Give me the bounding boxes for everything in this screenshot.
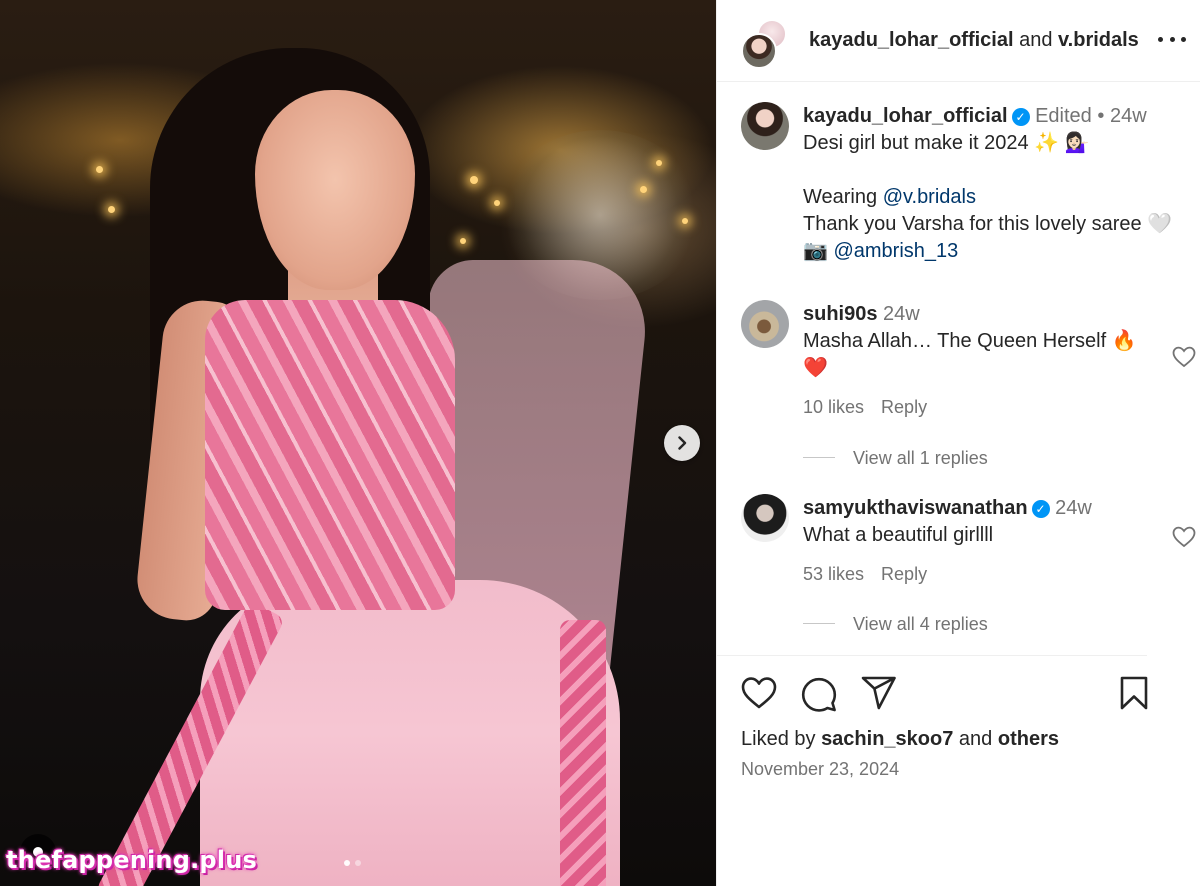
collab-avatars[interactable]: [739, 15, 797, 69]
photo-light: [640, 186, 647, 193]
comment-heart-icon[interactable]: [1172, 526, 1196, 548]
verified-icon: ✓: [1031, 500, 1050, 518]
meta-separator: •: [1097, 105, 1105, 127]
caption-line-wearing: Wearing @v.bridals: [803, 184, 976, 211]
comment-age[interactable]: 24w: [1055, 497, 1092, 519]
blouse: [205, 300, 455, 610]
next-slide-button[interactable]: [664, 425, 700, 461]
photo-light: [682, 218, 688, 224]
more-dot: [1169, 36, 1175, 42]
post-action-bar: [741, 676, 1171, 716]
verified-icon: ✓: [1011, 108, 1030, 126]
comment-text-line2: ❤️: [803, 357, 828, 379]
liked-by-line: Liked by sachin_skoo7 and others: [741, 726, 1059, 753]
more-dot: [1181, 36, 1186, 42]
caption-meta-line: kayadu_lohar_official ✓ Edited • 24w: [803, 103, 1147, 130]
comment-emoji: 🔥: [1111, 330, 1137, 352]
mention-vbridals[interactable]: @v.bridals: [883, 186, 976, 208]
post-header: kayadu_lohar_official and v.bridals: [717, 0, 1200, 82]
caption-thanks-emoji: 🤍: [1147, 213, 1173, 235]
liked-by-user[interactable]: sachin_skoo7: [821, 728, 953, 750]
action-divider: [717, 655, 1147, 656]
comment-meta: samyukthaviswanathan ✓ 24w: [803, 495, 1092, 522]
camera-icon: 📷: [803, 240, 828, 262]
comment-username[interactable]: suhi90s: [803, 303, 877, 325]
comment-likes[interactable]: 10 likes: [803, 397, 864, 417]
header-joiner: and: [1019, 29, 1053, 51]
caption-avatar[interactable]: [741, 102, 789, 150]
carousel-dot-active: [344, 860, 350, 866]
saree-border: [560, 620, 606, 886]
comment-likes[interactable]: 53 likes: [803, 564, 864, 584]
more-dot: [1158, 36, 1163, 42]
replies-divider: [803, 623, 835, 624]
comment-text: Masha Allah… The Queen Herself 🔥: [803, 328, 1137, 355]
liked-by-joiner: and: [958, 728, 993, 750]
like-icon[interactable]: [741, 676, 777, 710]
caption-thanks: Thank you Varsha for this lovely saree: [803, 213, 1142, 235]
edited-label: Edited: [1035, 105, 1092, 127]
comment-actions: 10 likes Reply: [803, 394, 927, 421]
photo-light: [470, 176, 478, 184]
comment-heart-icon[interactable]: [1172, 346, 1196, 368]
comment-avatar[interactable]: [741, 494, 789, 542]
comment-body: Masha Allah… The Queen Herself: [803, 330, 1107, 352]
photo-light: [656, 160, 662, 166]
comment-age[interactable]: 24w: [883, 303, 920, 325]
photo-light: [460, 238, 466, 244]
reply-button[interactable]: Reply: [881, 564, 927, 584]
more-icon[interactable]: [1158, 28, 1186, 50]
comment-meta: suhi90s 24w: [803, 301, 920, 328]
carousel-dots: [344, 860, 361, 866]
caption-text-1: Desi girl but make it 2024: [803, 132, 1029, 154]
caption-line-photo: 📷 @ambrish_13: [803, 238, 958, 265]
comment-body: What a beautiful girllll: [803, 524, 994, 546]
post-photo[interactable]: thefappening.plus: [0, 0, 716, 886]
caption-line-thanks: Thank you Varsha for this lovely saree 🤍: [803, 211, 1172, 238]
photo-light: [96, 166, 103, 173]
replies-divider: [803, 457, 835, 458]
avatar-author[interactable]: [741, 32, 777, 69]
photo-light: [108, 206, 115, 213]
photo-light: [494, 200, 500, 206]
caption-wearing: Wearing: [803, 186, 878, 208]
mention-ambrish[interactable]: @ambrish_13: [833, 240, 958, 262]
liked-by-prefix: Liked by: [741, 728, 816, 750]
view-replies-button[interactable]: View all 4 replies: [853, 611, 988, 638]
carousel-dot: [355, 860, 361, 866]
caption-line-1: Desi girl but make it 2024 ✨ 💁🏻‍♀️: [803, 130, 1090, 157]
caption-age[interactable]: 24w: [1110, 105, 1147, 127]
caption-emoji-1: ✨ 💁🏻‍♀️: [1034, 132, 1090, 154]
share-icon[interactable]: [861, 676, 897, 710]
post-side-panel: kayadu_lohar_official and v.bridals kaya…: [716, 0, 1200, 886]
comment-username[interactable]: samyukthaviswanathan: [803, 497, 1028, 519]
comment-icon[interactable]: [801, 676, 837, 712]
next-arrow-icon: [678, 436, 687, 450]
liked-by-others[interactable]: others: [998, 728, 1059, 750]
caption-username[interactable]: kayadu_lohar_official: [803, 105, 1008, 127]
post-date[interactable]: November 23, 2024: [741, 756, 899, 783]
watermark: thefappening.plus: [6, 846, 257, 874]
reply-button[interactable]: Reply: [881, 397, 927, 417]
comment-avatar[interactable]: [741, 300, 789, 348]
comment-actions: 53 likes Reply: [803, 561, 927, 588]
view-replies-button[interactable]: View all 1 replies: [853, 445, 988, 472]
save-icon[interactable]: [1119, 676, 1149, 710]
header-usernames: kayadu_lohar_official and v.bridals: [809, 29, 1139, 52]
header-author-link[interactable]: kayadu_lohar_official: [809, 29, 1014, 51]
header-collaborator-link[interactable]: v.bridals: [1058, 29, 1139, 51]
